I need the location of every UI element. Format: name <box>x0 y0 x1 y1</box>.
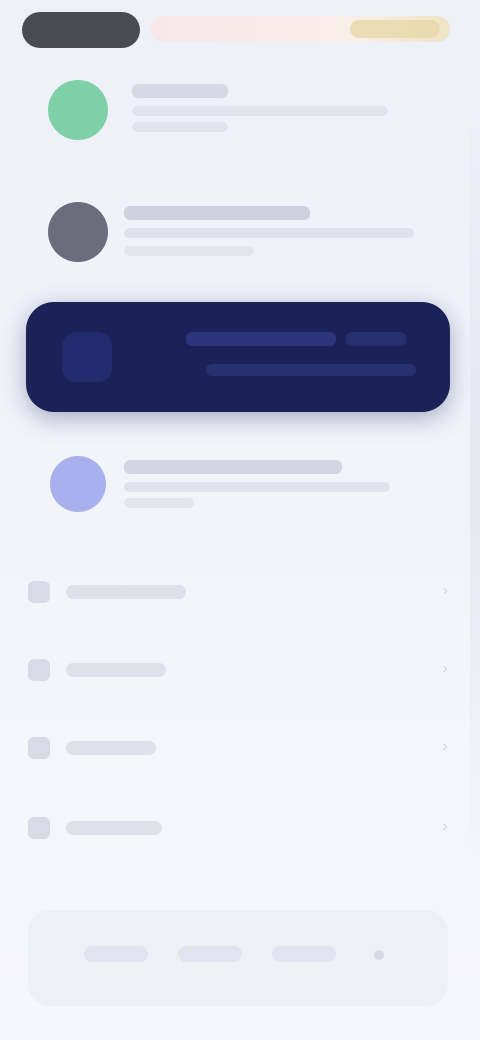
profile-pill[interactable] <box>22 12 140 48</box>
notification-item[interactable] <box>20 70 460 160</box>
top-bar <box>0 0 480 56</box>
subtitle-placeholder <box>124 482 390 492</box>
chevron-right-icon: › <box>442 818 448 835</box>
menu-item[interactable]: › <box>22 806 458 850</box>
chevron-right-icon: › <box>442 582 448 599</box>
notification-item[interactable] <box>20 440 460 530</box>
chevron-right-icon: › <box>442 660 448 677</box>
highlighted-card[interactable] <box>26 302 450 412</box>
menu-item[interactable]: › <box>22 648 458 692</box>
menu-item[interactable]: › <box>22 570 458 614</box>
bottom-item-placeholder <box>178 946 242 962</box>
status-chip <box>350 20 440 38</box>
subtitle-placeholder <box>132 106 388 116</box>
menu-item[interactable]: › <box>22 726 458 770</box>
menu-icon <box>28 817 50 839</box>
menu-label-placeholder <box>66 585 186 599</box>
menu-label-placeholder <box>66 821 162 835</box>
avatar <box>50 456 106 512</box>
dot-icon <box>374 950 384 960</box>
title-placeholder <box>124 206 310 220</box>
menu-icon <box>28 581 50 603</box>
card-icon <box>62 332 112 382</box>
menu-icon <box>28 737 50 759</box>
title-placeholder <box>132 84 228 98</box>
menu-icon <box>28 659 50 681</box>
meta-placeholder <box>124 246 254 256</box>
chevron-right-icon: › <box>442 738 448 755</box>
highlight-title-placeholder <box>186 332 336 346</box>
subtitle-placeholder <box>124 228 414 238</box>
avatar <box>48 80 108 140</box>
title-placeholder <box>124 460 342 474</box>
notification-item[interactable] <box>20 190 460 280</box>
scrollbar[interactable] <box>470 70 480 870</box>
highlight-subtitle-placeholder <box>206 364 416 376</box>
bottom-card[interactable] <box>28 910 448 1006</box>
avatar <box>48 202 108 262</box>
bottom-item-placeholder <box>272 946 336 962</box>
meta-placeholder <box>124 498 194 508</box>
meta-placeholder <box>132 122 228 132</box>
highlight-badge-placeholder <box>346 332 406 346</box>
menu-label-placeholder <box>66 663 166 677</box>
bottom-item-placeholder <box>84 946 148 962</box>
menu-label-placeholder <box>66 741 156 755</box>
screen: › › › › <box>0 0 480 1040</box>
